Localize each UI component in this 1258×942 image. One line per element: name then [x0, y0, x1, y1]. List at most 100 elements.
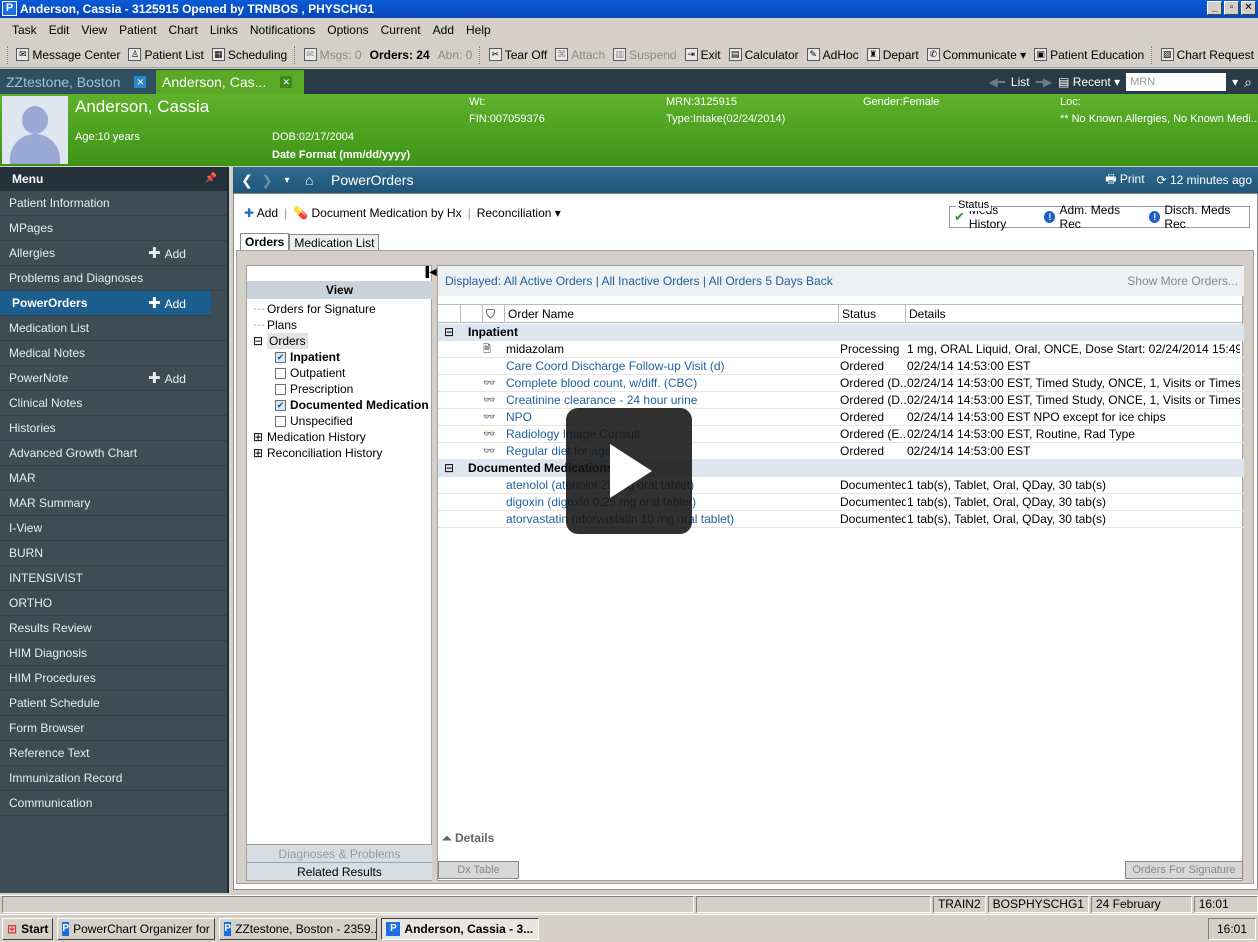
print-button[interactable]: 🖶 Print: [1105, 170, 1144, 191]
menu-item-form-browser[interactable]: Form Browser: [0, 716, 227, 741]
menu-item-burn[interactable]: BURN: [0, 541, 227, 566]
toolbar-grip[interactable]: [7, 45, 9, 64]
order-row[interactable]: ✔ 👓 NPO Ordered 02/24/14 14:53:00 EST NP…: [438, 409, 1244, 426]
toolbar-grip[interactable]: [479, 45, 481, 64]
abn-counter[interactable]: Abn: 0: [434, 48, 477, 62]
menu-view[interactable]: View: [75, 23, 113, 37]
menu-task[interactable]: Task: [6, 23, 43, 37]
menu-item-patient-information[interactable]: Patient Information: [0, 191, 227, 216]
orders-counter[interactable]: Orders: 24: [366, 48, 434, 62]
expand-icon[interactable]: ⊞: [253, 445, 267, 461]
document-medication-by-hx-button[interactable]: 💊 Document Medication by Hx: [293, 206, 461, 220]
menu-item-results-review[interactable]: Results Review: [0, 616, 227, 641]
related-results-button[interactable]: Related Results: [247, 862, 432, 880]
menu-item-communication[interactable]: Communication: [0, 791, 227, 816]
chart-request-button[interactable]: ▧ Chart Request: [1157, 48, 1258, 62]
menu-item-medical-notes[interactable]: Medical Notes: [0, 341, 227, 366]
tree-orders-for-signature[interactable]: ⋯ Orders for Signature: [253, 301, 429, 317]
reconciliation-dropdown[interactable]: Reconciliation ▾: [477, 206, 561, 220]
collapse-icon[interactable]: ⊟: [253, 333, 267, 349]
documented-medication-checkbox[interactable]: ✔: [275, 399, 286, 411]
menu-item-immunization-record[interactable]: Immunization Record: [0, 766, 227, 791]
displayed-filter-links[interactable]: Displayed: All Active Orders | All Inact…: [445, 274, 833, 288]
tree-prescription[interactable]: Prescription: [253, 381, 429, 397]
back-arrow-icon[interactable]: ◀━: [988, 75, 1004, 89]
close-button[interactable]: ✕: [1241, 1, 1256, 15]
details-toggle[interactable]: ⏶ Details: [442, 831, 494, 846]
group-inpatient[interactable]: ⊟ Inpatient: [438, 324, 1244, 341]
order-row[interactable]: Care Coord Discharge Follow-up Visit (d)…: [438, 358, 1244, 375]
orders-for-signature-button[interactable]: Orders For Signature: [1125, 861, 1243, 879]
diagnoses-problems-button[interactable]: Diagnoses & Problems: [247, 844, 432, 862]
menu-item-him-procedures[interactable]: HIM Procedures: [0, 666, 227, 691]
adhoc-button[interactable]: ✎ AdHoc: [803, 48, 863, 62]
details-column-header[interactable]: Details: [905, 305, 1243, 323]
attach-button[interactable]: ⌘ Attach: [551, 48, 609, 62]
filter-icon[interactable]: ⛉: [482, 305, 504, 323]
search-icon[interactable]: ⌕: [1244, 74, 1252, 91]
tree-inpatient[interactable]: ✔ Inpatient: [253, 349, 429, 365]
forward-icon[interactable]: ❯: [257, 172, 277, 189]
menu-item-i-view[interactable]: I-View: [0, 516, 227, 541]
back-icon[interactable]: ❮: [237, 172, 257, 189]
close-icon[interactable]: ✕: [134, 76, 147, 88]
tree-unspecified[interactable]: Unspecified: [253, 413, 429, 429]
menu-item-powerorders[interactable]: PowerOrders ✚ Add: [0, 291, 211, 316]
start-button[interactable]: ⊞ Start: [2, 917, 54, 940]
outpatient-checkbox[interactable]: [275, 367, 286, 379]
inpatient-checkbox[interactable]: ✔: [275, 351, 286, 363]
calculator-button[interactable]: ▤ Calculator: [725, 48, 803, 62]
menu-item-mar-summary[interactable]: MAR Summary: [0, 491, 227, 516]
maximize-button[interactable]: ▫: [1224, 1, 1239, 15]
taskbar-item-zztestone[interactable]: P ZZtestone, Boston - 2359...: [219, 917, 378, 940]
collapse-icon[interactable]: ⊟: [444, 324, 454, 341]
depart-button[interactable]: ♜ Depart: [863, 48, 923, 62]
menu-item-mar[interactable]: MAR: [0, 466, 227, 491]
menu-item-intensivist[interactable]: INTENSIVIST: [0, 566, 227, 591]
list-button[interactable]: List: [1011, 75, 1030, 89]
tree-medication-history[interactable]: ⊞ Medication History: [253, 429, 429, 445]
dx-table-button[interactable]: Dx Table: [438, 861, 519, 879]
tree-reconciliation-history[interactable]: ⊞ Reconciliation History: [253, 445, 429, 461]
menu-item-mpages[interactable]: MPages: [0, 216, 227, 241]
tab-anderson-cassia[interactable]: Anderson, Cas... ✕: [156, 70, 304, 94]
taskbar-item-powerchart-organizer[interactable]: P PowerChart Organizer for ...: [57, 917, 216, 940]
recent-button[interactable]: ▤ Recent ▾: [1058, 75, 1120, 89]
menu-item-allergies[interactable]: Allergies ✚ Add: [0, 241, 227, 266]
forward-arrow-icon[interactable]: ━▶: [1036, 75, 1052, 89]
tear-off-button[interactable]: ✂ Tear Off: [485, 48, 551, 62]
menu-edit[interactable]: Edit: [43, 23, 76, 37]
video-play-button[interactable]: [566, 408, 692, 534]
expand-icon[interactable]: ⊞: [253, 429, 267, 445]
mrn-search-input[interactable]: MRN: [1126, 73, 1227, 91]
menu-current[interactable]: Current: [375, 23, 427, 37]
order-row[interactable]: atorvastatin (atorvastatin 10 mg oral ta…: [438, 511, 1244, 528]
menu-options[interactable]: Options: [321, 23, 374, 37]
order-row[interactable]: ✔ 👓 Complete blood count, w/diff. (CBC) …: [438, 375, 1244, 392]
tab-zztestone-boston[interactable]: ZZtestone, Boston ✕: [0, 70, 156, 94]
order-row[interactable]: 🗎 midazolam Processing 1 mg, ORAL Liquid…: [438, 341, 1244, 358]
patient-list-button[interactable]: ♙ Patient List: [124, 48, 207, 62]
menu-item-him-diagnosis[interactable]: HIM Diagnosis: [0, 641, 227, 666]
tab-orders[interactable]: Orders: [240, 233, 290, 251]
group-documented-medications[interactable]: ⊟ Documented Medications: [438, 460, 1244, 477]
add-powernote-button[interactable]: ✚ Add: [148, 366, 186, 392]
status-column-header[interactable]: Status: [838, 305, 905, 323]
toolbar-grip[interactable]: [294, 45, 296, 64]
add-order-action[interactable]: ✚ Add: [244, 206, 278, 220]
disch-meds-rec-status[interactable]: Disch. Meds Rec: [1164, 203, 1249, 231]
home-icon[interactable]: ⌂: [305, 172, 325, 188]
tree-orders[interactable]: ⊟ Orders: [253, 333, 429, 349]
collapse-icon[interactable]: ⊟: [444, 460, 454, 477]
add-order-button[interactable]: ✚ Add: [148, 291, 186, 317]
menu-item-histories[interactable]: Histories: [0, 416, 227, 441]
menu-help[interactable]: Help: [460, 23, 497, 37]
menu-item-clinical-notes[interactable]: Clinical Notes: [0, 391, 227, 416]
msgs-counter[interactable]: ✉ Msgs: 0: [300, 48, 366, 62]
refresh-button[interactable]: ⟳ 12 minutes ago: [1157, 173, 1252, 187]
show-more-orders-link[interactable]: Show More Orders...: [1127, 266, 1238, 296]
pin-icon[interactable]: 📌: [205, 167, 217, 191]
history-dropdown-icon[interactable]: ▾: [277, 175, 297, 186]
menu-notifications[interactable]: Notifications: [244, 23, 321, 37]
menu-item-reference-text[interactable]: Reference Text: [0, 741, 227, 766]
